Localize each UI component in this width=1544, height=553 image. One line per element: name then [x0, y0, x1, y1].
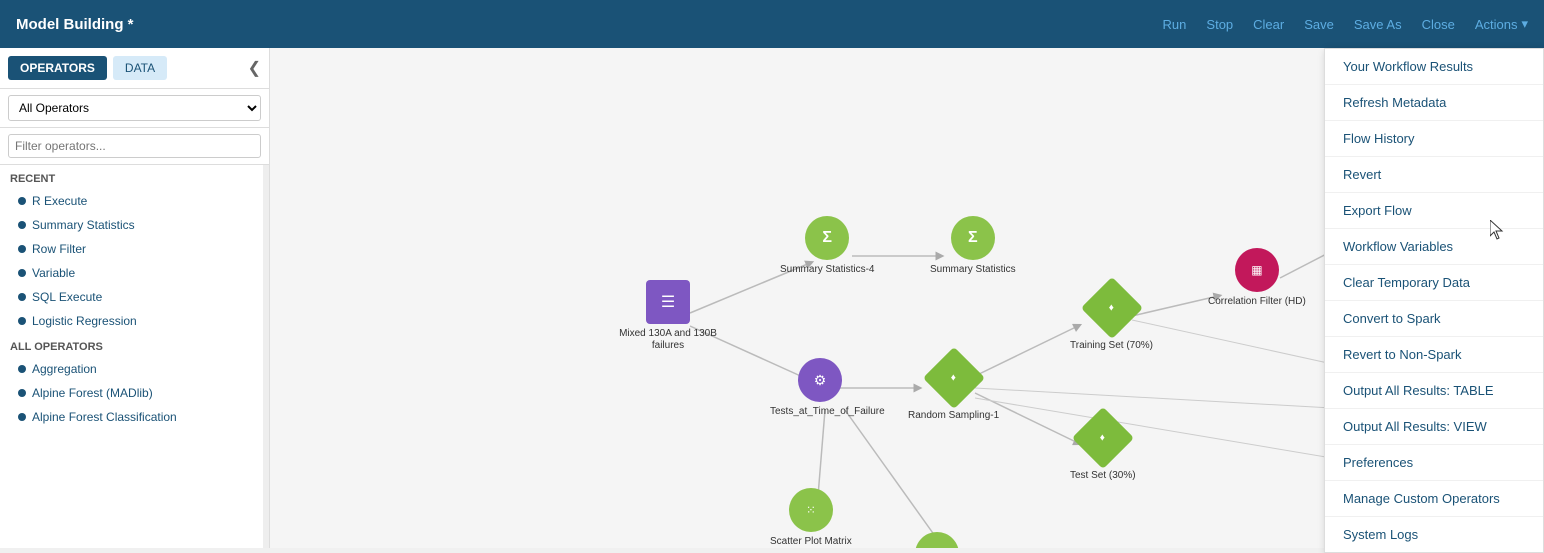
node-summary4[interactable]: Σ Summary Statistics-4	[780, 216, 874, 276]
sidebar-tab-bar: OPERATORS DATA ❮	[0, 48, 269, 89]
node-random-label: Random Sampling-1	[908, 410, 999, 422]
tab-data[interactable]: DATA	[113, 56, 167, 80]
menu-item-flow-history[interactable]: Flow History	[1325, 121, 1543, 157]
node-summary[interactable]: Σ Summary Statistics	[930, 216, 1016, 276]
menu-item-refresh-metadata[interactable]: Refresh Metadata	[1325, 85, 1543, 121]
node-testset[interactable]: ♦ Test Set (30%)	[1070, 416, 1136, 482]
save-button[interactable]: Save	[1304, 17, 1334, 32]
header: Model Building * Run Stop Clear Save Sav…	[0, 0, 1544, 48]
node-summary-label: Summary Statistics	[930, 264, 1016, 276]
node-corrfilter[interactable]: ▦ Correlation Filter (HD)	[1208, 248, 1306, 308]
scrollbar[interactable]	[263, 165, 269, 548]
menu-item-workflow-results[interactable]: Your Workflow Results	[1325, 49, 1543, 85]
sidebar: OPERATORS DATA ❮ All Operators Recent Fa…	[0, 48, 270, 548]
node-tests[interactable]: ⚙ Tests_at_Time_of_Failure	[770, 358, 870, 418]
menu-item-manage-operators[interactable]: Manage Custom Operators	[1325, 481, 1543, 517]
node-training[interactable]: ♦ Training Set (70%)	[1070, 286, 1153, 352]
list-item[interactable]: Aggregation	[0, 357, 269, 381]
menu-item-revert-nonspark[interactable]: Revert to Non-Spark	[1325, 337, 1543, 373]
actions-dropdown-button[interactable]: Actions ▾	[1475, 16, 1528, 32]
clear-button[interactable]: Clear	[1253, 17, 1284, 32]
tab-operators[interactable]: OPERATORS	[8, 56, 107, 80]
menu-item-preferences[interactable]: Preferences	[1325, 445, 1543, 481]
menu-item-export-flow[interactable]: Export Flow	[1325, 193, 1543, 229]
run-button[interactable]: Run	[1163, 17, 1187, 32]
operators-category-select[interactable]: All Operators Recent Favorites	[8, 95, 261, 121]
operators-dropdown-row: All Operators Recent Favorites	[0, 89, 269, 128]
all-operators-section-label: ALL OPERATORS	[0, 333, 269, 357]
node-training-label: Training Set (70%)	[1070, 340, 1153, 352]
node-bottom[interactable]: ⁙	[915, 532, 959, 548]
node-mixed[interactable]: ☰ Mixed 130A and 130B failures	[618, 280, 718, 352]
list-item[interactable]: Logistic Regression	[0, 309, 269, 333]
list-item[interactable]: Variable	[0, 261, 269, 285]
actions-chevron-icon: ▾	[1521, 16, 1528, 32]
menu-item-system-logs[interactable]: System Logs	[1325, 517, 1543, 552]
node-random[interactable]: ♦ Random Sampling-1	[908, 356, 999, 422]
header-actions: Run Stop Clear Save Save As Close Action…	[1163, 16, 1528, 32]
filter-row	[0, 128, 269, 165]
operators-scroll-area: RECENT R Execute Summary Statistics Row …	[0, 165, 269, 548]
recent-section-label: RECENT	[0, 165, 269, 189]
menu-item-output-table[interactable]: Output All Results: TABLE	[1325, 373, 1543, 409]
page-title: Model Building *	[16, 16, 1163, 33]
menu-item-revert[interactable]: Revert	[1325, 157, 1543, 193]
menu-item-convert-spark[interactable]: Convert to Spark	[1325, 301, 1543, 337]
node-scatter-label: Scatter Plot Matrix	[770, 536, 852, 548]
list-item[interactable]: Row Filter	[0, 237, 269, 261]
list-item[interactable]: Alpine Forest (MADlib)	[0, 381, 269, 405]
list-item[interactable]: SQL Execute	[0, 285, 269, 309]
menu-item-output-view[interactable]: Output All Results: VIEW	[1325, 409, 1543, 445]
node-scatter[interactable]: ⁙ Scatter Plot Matrix	[770, 488, 852, 548]
menu-item-workflow-variables[interactable]: Workflow Variables	[1325, 229, 1543, 265]
list-item[interactable]: Summary Statistics	[0, 213, 269, 237]
main-layout: OPERATORS DATA ❮ All Operators Recent Fa…	[0, 48, 1544, 548]
actions-menu: Your Workflow Results Refresh Metadata F…	[1324, 48, 1544, 553]
node-corrfilter-label: Correlation Filter (HD)	[1208, 296, 1306, 308]
list-item[interactable]: R Execute	[0, 189, 269, 213]
menu-item-clear-temp[interactable]: Clear Temporary Data	[1325, 265, 1543, 301]
save-as-button[interactable]: Save As	[1354, 17, 1402, 32]
list-item[interactable]: Alpine Forest Classification	[0, 405, 269, 429]
node-mixed-label: Mixed 130A and 130B failures	[618, 328, 718, 352]
node-tests-label: Tests_at_Time_of_Failure	[770, 406, 870, 418]
collapse-sidebar-button[interactable]: ❮	[248, 58, 261, 78]
stop-button[interactable]: Stop	[1206, 17, 1233, 32]
filter-operators-input[interactable]	[8, 134, 261, 158]
node-summary4-label: Summary Statistics-4	[780, 264, 874, 276]
close-button[interactable]: Close	[1422, 17, 1455, 32]
node-testset-label: Test Set (30%)	[1070, 470, 1136, 482]
